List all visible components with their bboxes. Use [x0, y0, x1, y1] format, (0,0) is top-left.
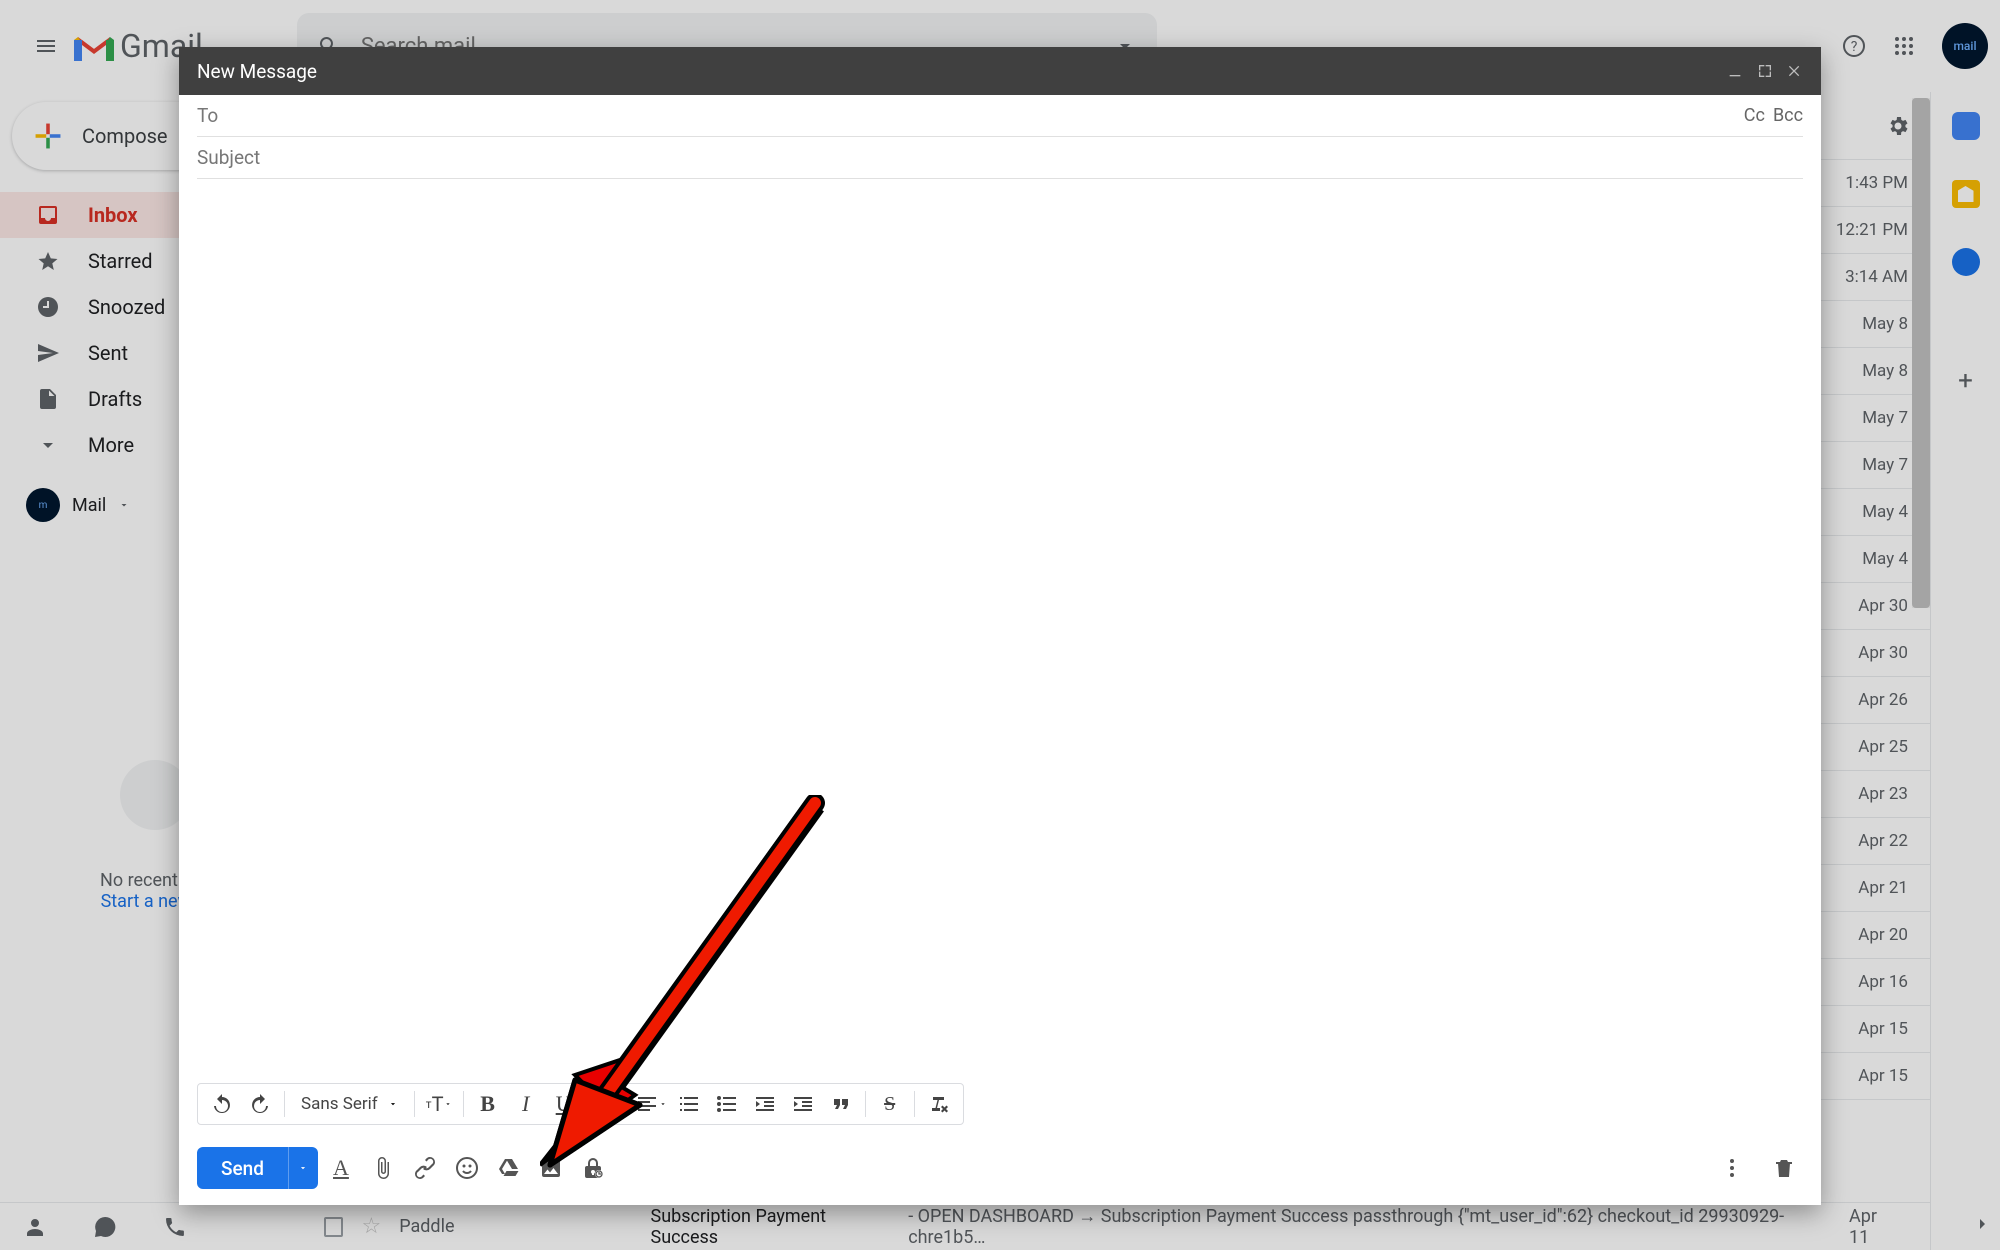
email-row[interactable]: Apr 25	[1820, 724, 1930, 771]
send-label: Send	[197, 1157, 288, 1180]
collapse-side-panel-icon[interactable]	[1970, 1212, 1994, 1240]
formatting-toolbar: Sans Serif тT B I U A S	[197, 1083, 964, 1125]
svg-text:?: ?	[1851, 39, 1858, 55]
insert-photo-button[interactable]	[532, 1149, 570, 1187]
fullscreen-icon[interactable]	[1757, 63, 1773, 79]
email-row[interactable]: Apr 21	[1820, 865, 1930, 912]
formatting-options-button[interactable]: A	[322, 1149, 360, 1187]
compose-label: Compose	[82, 124, 168, 148]
email-row[interactable]: Apr 26	[1820, 677, 1930, 724]
bulleted-list-button[interactable]	[709, 1086, 745, 1122]
bcc-link[interactable]: Bcc	[1773, 105, 1803, 126]
star-icon	[36, 249, 64, 273]
to-field-row[interactable]: To Cc Bcc	[197, 95, 1803, 137]
compose-body[interactable]	[179, 179, 1821, 1205]
side-panel: +	[1930, 92, 2000, 1250]
email-date: Apr 11	[1849, 1206, 1930, 1248]
confidential-mode-button[interactable]	[574, 1149, 612, 1187]
email-row[interactable]: Apr 15	[1820, 1006, 1930, 1053]
text-color-button[interactable]: A	[584, 1086, 620, 1122]
sidebar-item-label: Inbox	[88, 203, 138, 227]
indent-more-button[interactable]	[785, 1086, 821, 1122]
tasks-addon-icon[interactable]	[1952, 248, 1980, 276]
email-row[interactable]: Apr 16	[1820, 959, 1930, 1006]
discard-draft-button[interactable]	[1765, 1149, 1803, 1187]
font-size-button[interactable]: тT	[421, 1086, 457, 1122]
email-sender: Paddle	[399, 1216, 454, 1237]
underline-button[interactable]: U	[546, 1086, 582, 1122]
scrollbar[interactable]	[1912, 98, 1930, 608]
help-icon[interactable]: ?	[1842, 34, 1866, 58]
email-row-bottom[interactable]: ☆ Paddle Subscription Payment Success - …	[304, 1202, 1930, 1250]
hangouts-person-icon[interactable]	[0, 1215, 70, 1239]
sidebar-item-label: More	[88, 433, 134, 457]
email-row[interactable]: Apr 22	[1820, 818, 1930, 865]
numbered-list-button[interactable]	[671, 1086, 707, 1122]
align-button[interactable]	[633, 1086, 669, 1122]
subject-field-row[interactable]: Subject	[197, 137, 1803, 179]
compose-action-row: Send A	[197, 1147, 1803, 1189]
insert-link-button[interactable]	[406, 1149, 444, 1187]
sidebar-item-label: Drafts	[88, 387, 142, 411]
close-icon[interactable]	[1787, 63, 1803, 79]
settings-gear-icon[interactable]	[1886, 114, 1910, 138]
cc-link[interactable]: Cc	[1744, 105, 1765, 126]
undo-button[interactable]	[204, 1086, 240, 1122]
to-label: To	[197, 104, 218, 127]
remove-formatting-button[interactable]	[921, 1086, 957, 1122]
inbox-icon	[36, 203, 64, 227]
start-new-chat-link[interactable]: Start a new	[101, 891, 192, 912]
get-addons-icon[interactable]: +	[1958, 366, 1973, 396]
font-family-select[interactable]: Sans Serif	[291, 1094, 408, 1114]
send-icon	[36, 341, 64, 365]
account-avatar[interactable]: mail	[1942, 23, 1988, 69]
no-recent-chats: No recent c Start a new	[100, 870, 192, 912]
mail-label-text: Mail	[72, 495, 106, 516]
keep-addon-icon[interactable]	[1952, 180, 1980, 208]
hangouts-phone-icon[interactable]	[140, 1215, 210, 1239]
compose-dialog: New Message To Cc Bcc Subject Sans Serif…	[179, 47, 1821, 1205]
insert-drive-button[interactable]	[490, 1149, 528, 1187]
attach-file-button[interactable]	[364, 1149, 402, 1187]
strikethrough-button[interactable]: S	[872, 1086, 908, 1122]
gmail-m-icon	[74, 31, 114, 61]
mini-avatar: m	[26, 488, 60, 522]
clock-icon	[36, 295, 64, 319]
insert-emoji-button[interactable]	[448, 1149, 486, 1187]
sidebar-item-label: Starred	[88, 249, 153, 273]
calendar-addon-icon[interactable]	[1952, 112, 1980, 140]
compose-plus-icon	[32, 120, 64, 152]
email-snippet: - OPEN DASHBOARD → Subscription Payment …	[908, 1206, 1831, 1248]
send-button[interactable]: Send	[197, 1147, 318, 1189]
more-options-button[interactable]	[1713, 1149, 1751, 1187]
sidebar-item-label: Snoozed	[88, 295, 165, 319]
hangouts-chat-icon[interactable]	[70, 1215, 140, 1239]
apps-grid-icon[interactable]	[1892, 34, 1916, 58]
draft-icon	[36, 387, 64, 411]
redo-button[interactable]	[242, 1086, 278, 1122]
dropdown-caret-icon	[388, 1099, 398, 1109]
quote-button[interactable]	[823, 1086, 859, 1122]
sidebar-item-label: Sent	[88, 341, 128, 365]
dropdown-caret-icon	[118, 499, 130, 511]
select-checkbox[interactable]	[324, 1217, 343, 1237]
indent-less-button[interactable]	[747, 1086, 783, 1122]
hangouts-footer	[0, 1202, 210, 1250]
compose-title: New Message	[197, 60, 317, 83]
email-row[interactable]: Apr 15	[1820, 1053, 1930, 1100]
star-toggle-icon[interactable]: ☆	[361, 1214, 381, 1239]
send-more-dropdown[interactable]	[288, 1147, 318, 1189]
email-row[interactable]: Apr 23	[1820, 771, 1930, 818]
chevron-down-icon	[36, 433, 64, 457]
main-menu-icon[interactable]	[12, 34, 80, 58]
subject-placeholder: Subject	[197, 146, 260, 169]
italic-button[interactable]: I	[508, 1086, 544, 1122]
compose-header[interactable]: New Message	[179, 47, 1821, 95]
bold-button[interactable]: B	[470, 1086, 506, 1122]
email-row[interactable]: Apr 20	[1820, 912, 1930, 959]
minimize-icon[interactable]	[1727, 63, 1743, 79]
email-row[interactable]: Apr 30	[1820, 630, 1930, 677]
email-subject: Subscription Payment Success	[651, 1206, 891, 1248]
